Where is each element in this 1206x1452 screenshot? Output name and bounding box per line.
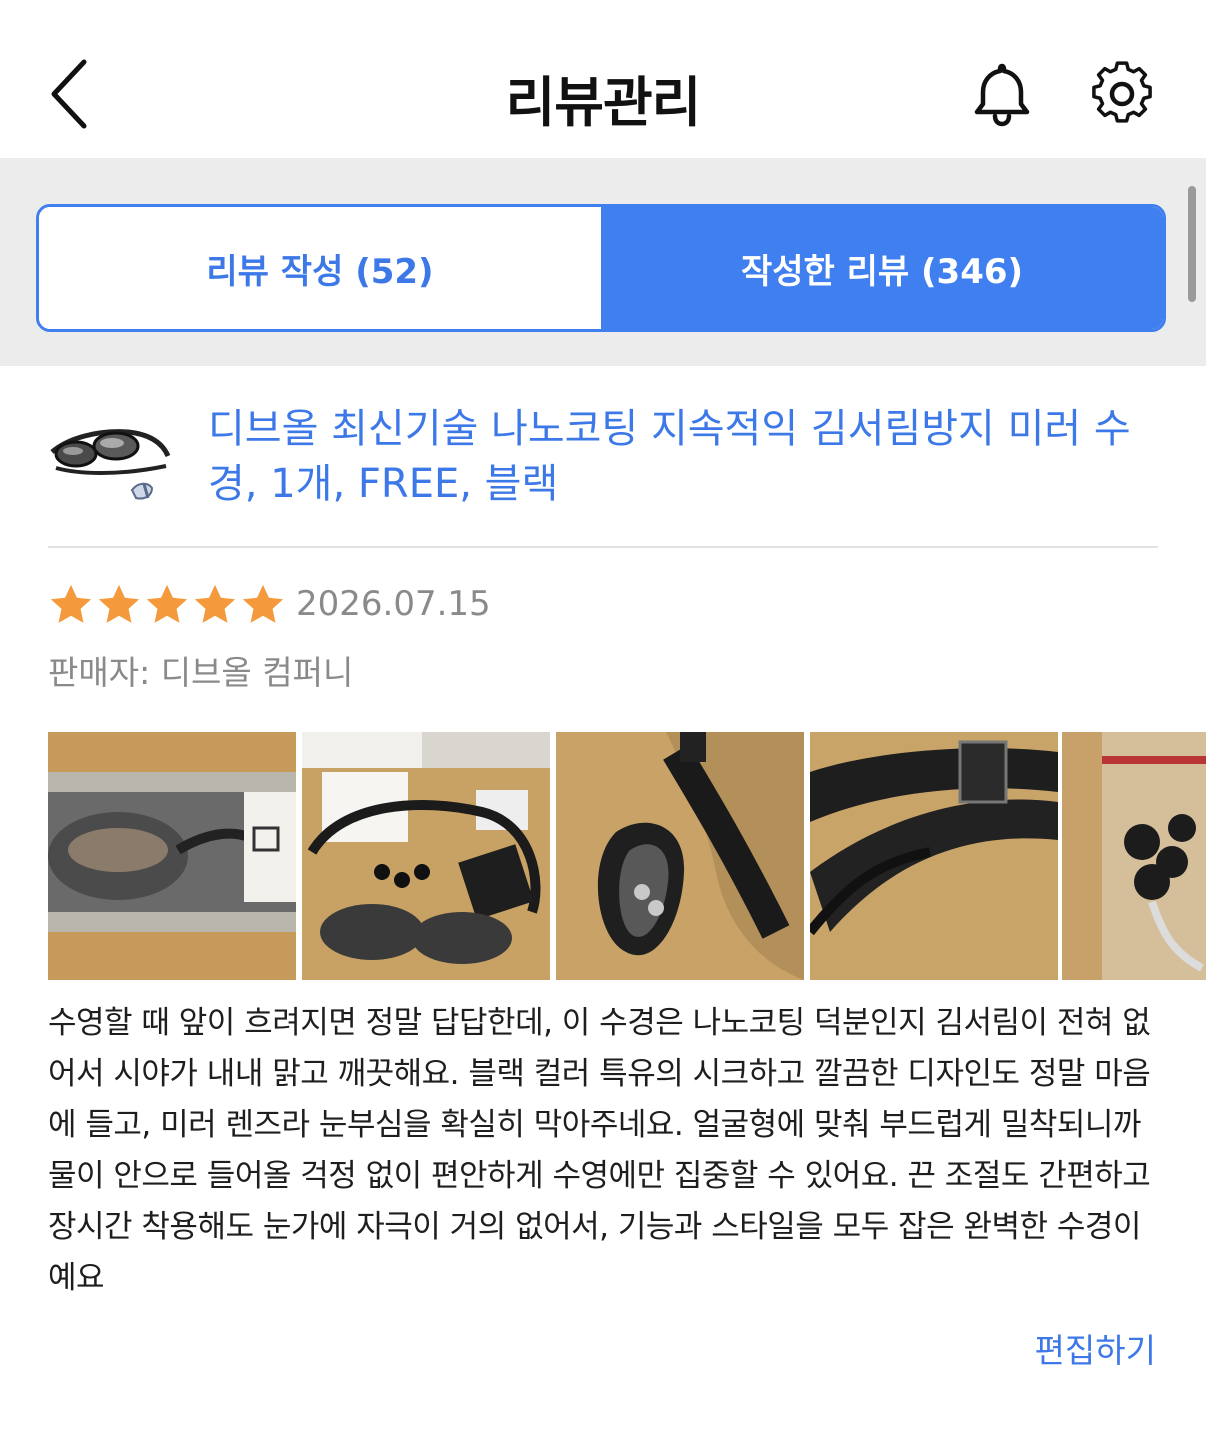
app-header: 리뷰관리 [0,0,1206,158]
review-photo[interactable] [48,732,296,980]
seller-name: 판매자: 디브올 컴퍼니 [48,653,354,692]
review-photo[interactable] [302,732,550,980]
edit-review-button[interactable]: 편집하기 [1035,1324,1156,1372]
star-icon [146,584,188,623]
review-body: 수영할 때 앞이 흐려지면 정말 답답한데, 이 수경은 나노코팅 덕분인지 김… [48,1005,1151,1296]
gear-icon [1092,61,1152,123]
product-thumbnail[interactable] [48,412,174,508]
star-icon [50,584,92,623]
settings-button[interactable] [1088,60,1156,128]
tab-write-review[interactable]: 리뷰 작성 (52) [39,207,601,329]
review-tabs: 리뷰 작성 (52) 작성한 리뷰 (346) [36,204,1166,332]
star-icon [98,584,140,623]
review-photos [48,732,1206,980]
review-photo[interactable] [806,732,1058,980]
review-photo[interactable] [1062,732,1206,980]
tab-written-reviews[interactable]: 작성한 리뷰 (346) [601,207,1163,329]
bell-icon [974,63,1030,127]
star-rating [48,582,288,628]
review-photo[interactable] [556,732,804,980]
product-title-link[interactable]: 디브올 최신기술 나노코팅 지속적익 김서림방지 미러 수경, 1개, FREE… [208,402,1158,512]
star-icon [242,584,284,623]
star-icon [194,584,236,623]
divider [48,546,1158,548]
goggles-icon [50,429,171,500]
review-date: 2026.07.15 [296,584,491,624]
notification-button[interactable] [970,60,1034,128]
scrollbar[interactable] [1188,186,1196,302]
